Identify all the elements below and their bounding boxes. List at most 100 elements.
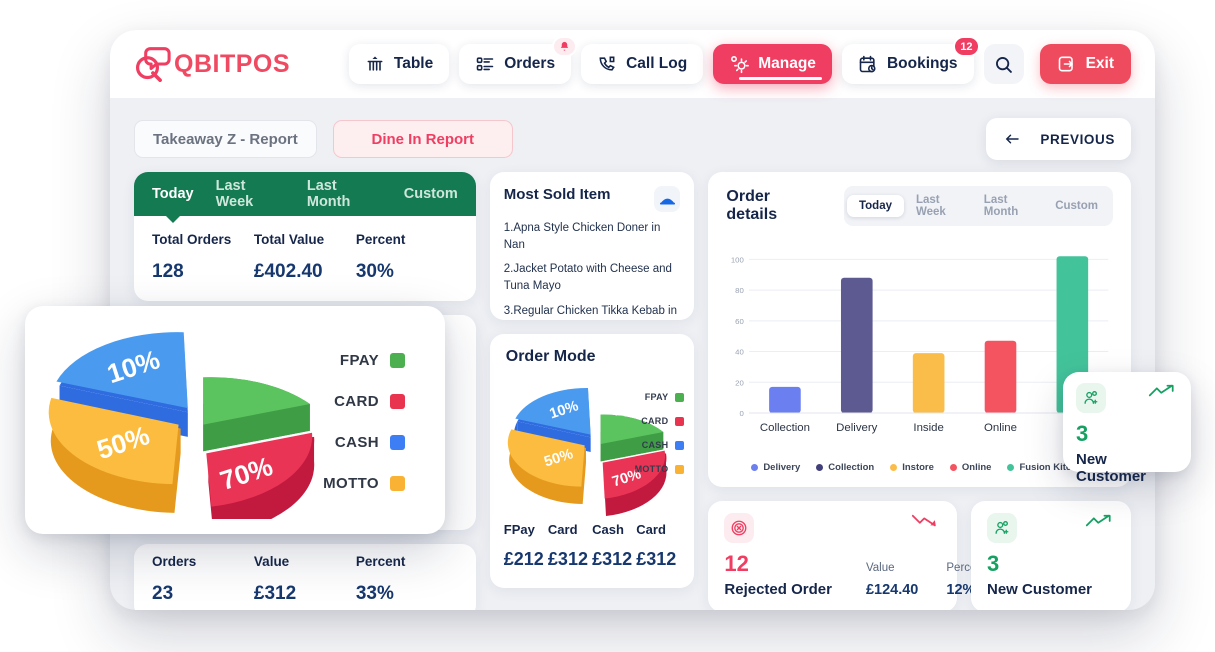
svg-text:Delivery: Delivery [837,422,879,434]
nav-item-bookings[interactable]: Bookings 12 [841,36,980,84]
takeaway-z-report-button[interactable]: Takeaway Z - Report [134,120,317,158]
rejected-label: Rejected Order [724,581,832,598]
arrow-left-icon [1005,134,1019,144]
legend-dot [1007,464,1015,471]
summary-card: Today Last Week Last Month Custom Total … [134,172,476,301]
exit-button[interactable]: Exit [1039,44,1131,84]
orders-list-icon [476,57,494,71]
new-customer-icon-box [987,513,1017,543]
legend-label: CASH [641,440,669,450]
screenshot-stage: QBITPOS Table Orders Call Log Manage Boo… [0,0,1215,652]
stat-total-value: Total Value £402.40 [254,232,356,283]
order-details-range-tabs: Today Last Week Last Month Custom [843,186,1113,226]
most-sold-title: Most Sold Item [503,186,611,203]
most-sold-list: 1.Apna Style Chicken Doner in Nan 2.Jack… [490,212,695,320]
list-item: 1.Apna Style Chicken Doner in Nan [503,222,661,251]
stat-value: £312 [253,583,297,604]
phone-icon [599,56,615,71]
stat-total-orders: Total Orders 128 [152,232,254,283]
payment-value: £312 [636,549,677,569]
summary-tab-last-week[interactable]: Last Week [216,178,285,210]
calendar-clock-icon [859,55,876,73]
svg-text:Online: Online [984,422,1017,434]
nav-label-call-log: Call Log [626,55,688,72]
summary-stats: Total Orders 128 Total Value £402.40 Per… [134,216,476,301]
nav-label-orders: Orders [504,55,556,72]
order-mode-legend: FPAY CARD CASH MOTTO [635,392,685,488]
legend-item-instore: Instore [890,462,934,473]
previous-button[interactable]: PREVIOUS [986,118,1131,160]
search-button[interactable] [983,44,1024,84]
dine-in-report-button[interactable]: Dine In Report [332,120,513,158]
nav-item-orders[interactable]: Orders [459,36,578,84]
list-item: 3.Regular Chicken Tikka Kebab in Pitta [503,304,677,317]
legend-label: Delivery [763,462,801,473]
stat-label: Percent [355,232,406,247]
nav-item-manage[interactable]: Manage [713,44,832,84]
legend-dot [890,464,898,471]
user-plus-icon [1083,391,1097,404]
summary-tab-today[interactable]: Today [152,186,194,202]
legend-label: MOTTO [634,464,669,474]
nav-label-bookings: Bookings [886,55,958,72]
range-tab-last-month[interactable]: Last Month [972,189,1043,223]
summary-tab-last-month[interactable]: Last Month [307,178,382,210]
logo-mark-icon [135,47,171,82]
stat-value: 23 [152,583,174,604]
legend-swatch [675,440,685,450]
rejected-order-card: 12 Rejected Order Value £124.40 Percent … [708,501,986,610]
trend-up [1085,513,1115,534]
stat-label: Total Orders [152,232,232,247]
payment-label: FPay [503,522,535,537]
nav-label-manage: Manage [758,55,816,72]
trend-up-icon [1148,384,1174,397]
nav-item-call-log[interactable]: Call Log [581,44,704,84]
legend-item-card: CARD [323,393,405,410]
stat-value-amount: Value £312 [254,554,356,605]
stat-label: Percent [355,554,406,569]
range-tab-last-week[interactable]: Last Week [904,189,972,223]
stat-label: Value [253,554,290,569]
legend-label: FPAY [644,392,669,402]
trend-down-icon [911,514,936,527]
payment-card-1: Card £312 [548,522,592,570]
payment-value: £312 [592,549,633,569]
legend-label: MOTTO [323,475,379,492]
list-item: 2.Jacket Potato with Cheese and Tuna May… [503,263,672,293]
search-icon [996,56,1012,73]
legend-swatch [675,392,685,402]
legend-item-motto: MOTTO [323,475,405,492]
legend-item-cash: CASH [635,440,685,450]
legend-swatch [390,394,405,409]
payment-label: Cash [592,522,624,537]
rejected-count: 12 [724,551,749,576]
svg-text:Collection: Collection [760,422,810,434]
stat-value: £402.40 [253,261,323,282]
legend-swatch [675,464,685,474]
payment-breakdown: FPay £212 Card £312 Cash £312 Card £312 [490,516,695,588]
value-label: Value [865,562,895,574]
range-tab-today[interactable]: Today [846,195,904,217]
summary-tab-custom[interactable]: Custom [404,186,458,202]
nav-item-table[interactable]: Table [348,44,450,84]
trend-down [911,513,941,534]
gear-icon [731,56,750,74]
new-customer-count: 3 [987,551,1000,576]
previous-label: PREVIOUS [1040,131,1115,147]
range-tab-custom[interactable]: Custom [1043,195,1110,217]
payment-value: £212 [503,549,544,569]
legend-dot [949,464,957,471]
dish-cover-icon-box [654,186,681,212]
legend-label: CASH [334,434,379,451]
payment-card-2: Card £312 [636,522,680,570]
middle-column: Most Sold Item 1.Apna Style Chicken Done… [489,172,695,610]
stat-percent: Percent 33% [356,554,458,605]
dish-cover-icon [659,198,675,204]
new-customer-card: 3 New Customer [971,501,1131,610]
bar-chart-svg: 0 20 40 60 80 100 Collection Delivery Inside Onli… [731,255,1109,434]
table-icon [367,56,383,71]
stat-value: 33% [355,583,394,604]
app-logo[interactable]: QBITPOS [132,46,290,82]
new-customer-count: 3 [1076,421,1089,446]
svg-text:60: 60 [736,317,745,326]
